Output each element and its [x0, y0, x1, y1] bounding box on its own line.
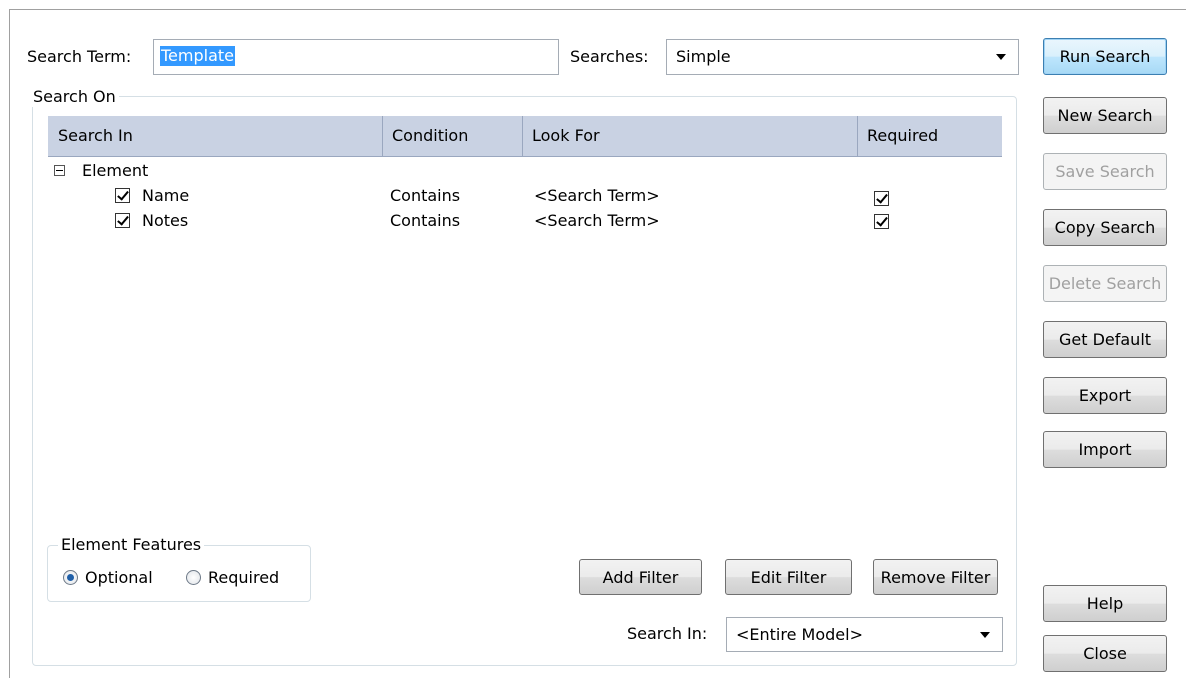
get-default-button[interactable]: Get Default	[1043, 321, 1167, 358]
search-term-label: Search Term:	[27, 47, 132, 66]
search-term-input[interactable]: Template	[153, 39, 559, 75]
chevron-down-icon	[980, 632, 990, 638]
search-term-value: Template	[160, 46, 236, 66]
row-name-required-checkbox[interactable]	[874, 191, 889, 206]
required-radio[interactable]	[186, 570, 201, 585]
optional-label[interactable]: Optional	[85, 568, 153, 588]
new-search-button[interactable]: New Search	[1043, 97, 1167, 134]
save-search-button[interactable]: Save Search	[1043, 153, 1167, 190]
column-header-search-in[interactable]: Search In	[50, 116, 133, 156]
search-in-dropdown[interactable]: <Entire Model>	[726, 617, 1003, 652]
row-name-label: Name	[142, 186, 190, 205]
notes-checkbox[interactable]	[115, 213, 130, 228]
element-features-title: Element Features	[58, 535, 205, 555]
optional-radio[interactable]	[63, 570, 78, 585]
edit-filter-button[interactable]: Edit Filter	[725, 559, 852, 595]
row-notes-required-checkbox[interactable]	[874, 214, 889, 229]
collapse-icon[interactable]	[54, 165, 65, 176]
import-button[interactable]: Import	[1043, 431, 1167, 468]
searches-dropdown[interactable]: Simple	[666, 39, 1019, 75]
copy-search-button[interactable]: Copy Search	[1043, 209, 1167, 246]
column-header-required[interactable]: Required	[859, 116, 938, 156]
run-search-button[interactable]: Run Search	[1043, 38, 1167, 75]
required-label[interactable]: Required	[208, 568, 279, 588]
row-notes-look-for[interactable]: <Search Term>	[534, 211, 660, 231]
grid-header: Search In Condition Look For Required	[48, 116, 1002, 157]
chevron-down-icon	[996, 54, 1006, 60]
export-button[interactable]: Export	[1043, 377, 1167, 414]
search-criteria-grid[interactable]: Search In Condition Look For Required El…	[48, 116, 1002, 526]
close-button[interactable]: Close	[1043, 635, 1167, 672]
row-notes-condition[interactable]: Contains	[390, 211, 460, 231]
row-name-condition[interactable]: Contains	[390, 186, 460, 206]
row-name-look-for[interactable]: <Search Term>	[534, 186, 660, 206]
search-in-label: Search In:	[627, 624, 708, 643]
remove-filter-button[interactable]: Remove Filter	[873, 559, 998, 595]
column-header-condition[interactable]: Condition	[384, 116, 468, 156]
column-header-look-for[interactable]: Look For	[524, 116, 600, 156]
delete-search-button[interactable]: Delete Search	[1043, 265, 1167, 302]
name-checkbox[interactable]	[115, 188, 130, 203]
tree-node-element[interactable]: Element	[82, 161, 148, 181]
search-on-title: Search On	[30, 87, 119, 107]
help-button[interactable]: Help	[1043, 585, 1167, 622]
row-notes-label: Notes	[142, 211, 189, 230]
add-filter-button[interactable]: Add Filter	[579, 559, 702, 595]
searches-value: Simple	[676, 47, 731, 66]
search-in-value: <Entire Model>	[736, 625, 863, 644]
searches-label: Searches:	[570, 47, 649, 66]
